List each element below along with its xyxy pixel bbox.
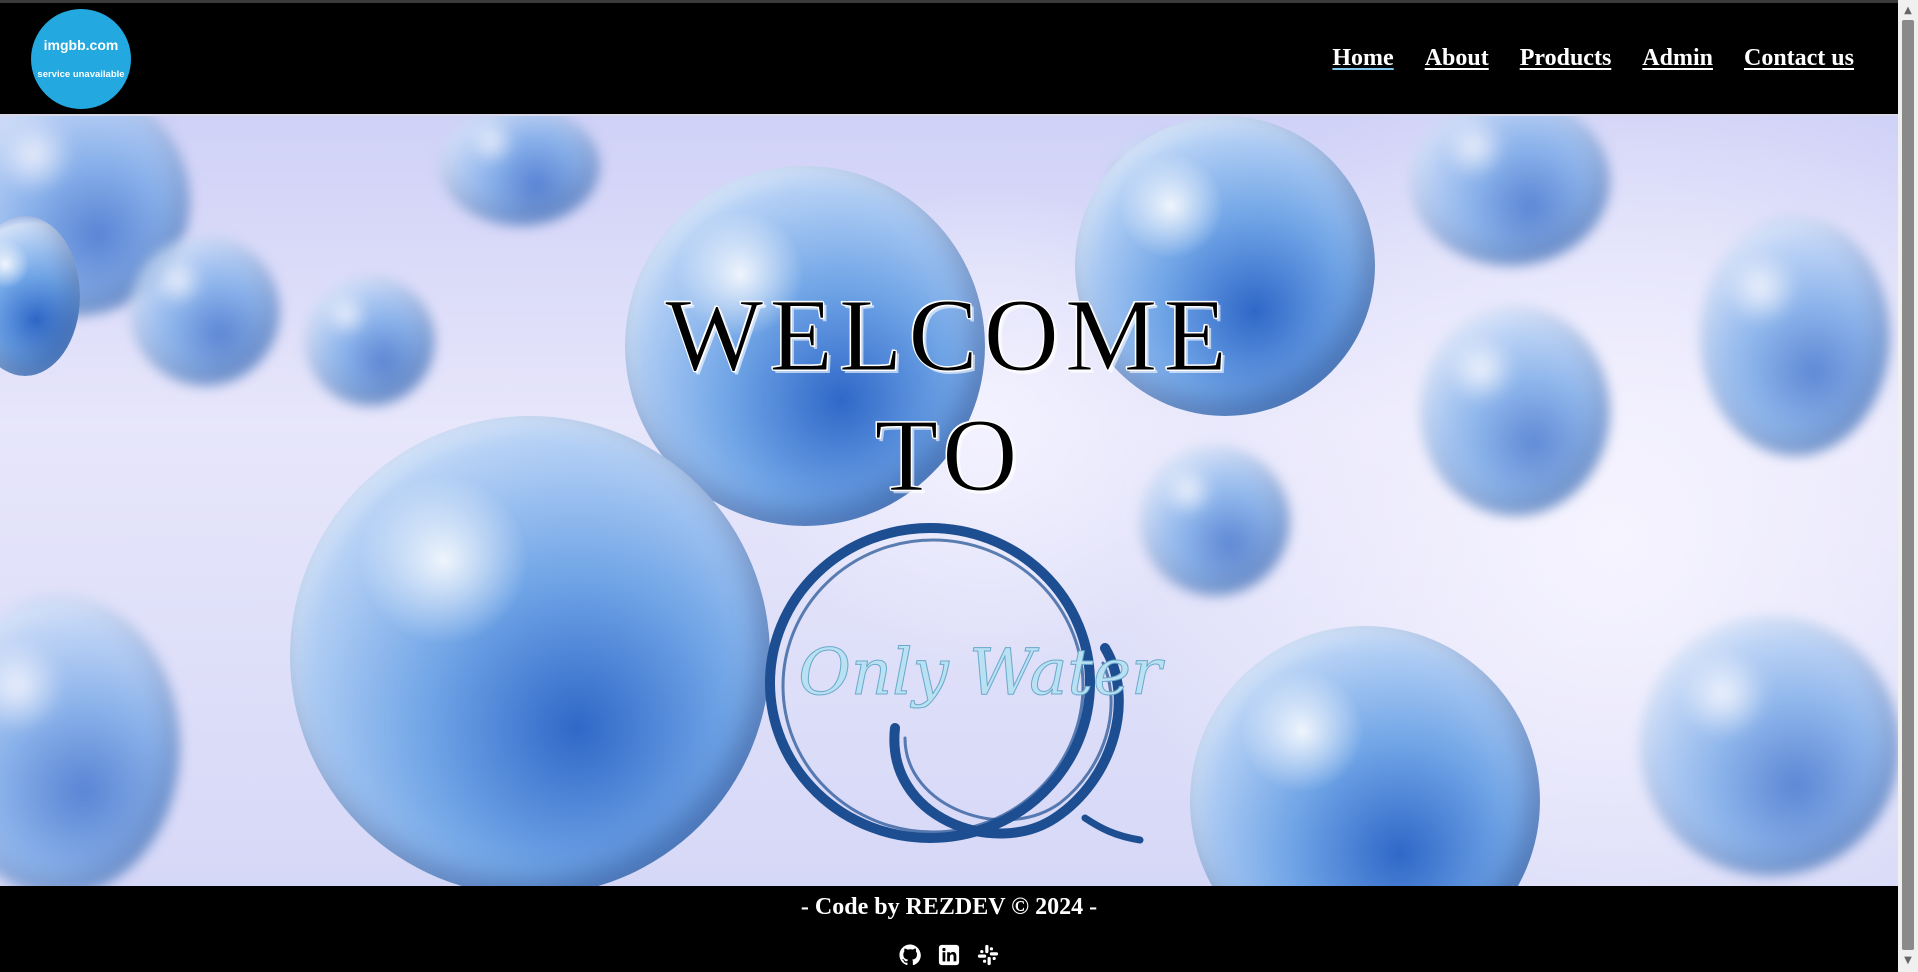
linkedin-icon[interactable] xyxy=(938,944,960,966)
hero-heading-line2: TO xyxy=(874,398,1024,514)
social-links xyxy=(0,944,1898,966)
footer-credit: - Code by REZDEV © 2024 - xyxy=(800,894,1098,920)
nav-link-admin[interactable]: Admin xyxy=(1642,45,1713,75)
main-nav: Home About Products Admin Contact us xyxy=(1332,45,1854,75)
github-icon[interactable] xyxy=(899,944,921,966)
nav-link-home[interactable]: Home xyxy=(1332,45,1393,75)
page-scrollbar[interactable]: ▲ ▼ xyxy=(1898,0,1918,972)
only-water-logo-text: Only Water xyxy=(798,636,1165,710)
hero-heading: WELCOME TO xyxy=(0,276,1898,516)
nav-link-products[interactable]: Products xyxy=(1520,45,1612,75)
logo-subtext: service unavailable xyxy=(37,69,125,80)
scrollbar-thumb[interactable] xyxy=(1902,20,1914,950)
scroll-up-arrow-icon[interactable]: ▲ xyxy=(1898,2,1918,20)
site-logo[interactable]: imgbb.com service unavailable xyxy=(31,9,131,109)
logo-text: imgbb.com xyxy=(43,37,119,53)
hero-heading-line1: WELCOME xyxy=(665,278,1233,394)
nav-link-about[interactable]: About xyxy=(1425,45,1489,75)
only-water-logo: Only Water xyxy=(765,523,1166,844)
nav-link-contact[interactable]: Contact us xyxy=(1744,45,1854,75)
scroll-down-arrow-icon[interactable]: ▼ xyxy=(1898,952,1918,970)
site-footer: - Code by REZDEV © 2024 - xyxy=(0,886,1898,972)
hero-banner: WELCOME TO Only Water xyxy=(0,114,1898,886)
site-header: imgbb.com service unavailable Home About… xyxy=(0,3,1898,114)
slack-icon[interactable] xyxy=(977,944,999,966)
